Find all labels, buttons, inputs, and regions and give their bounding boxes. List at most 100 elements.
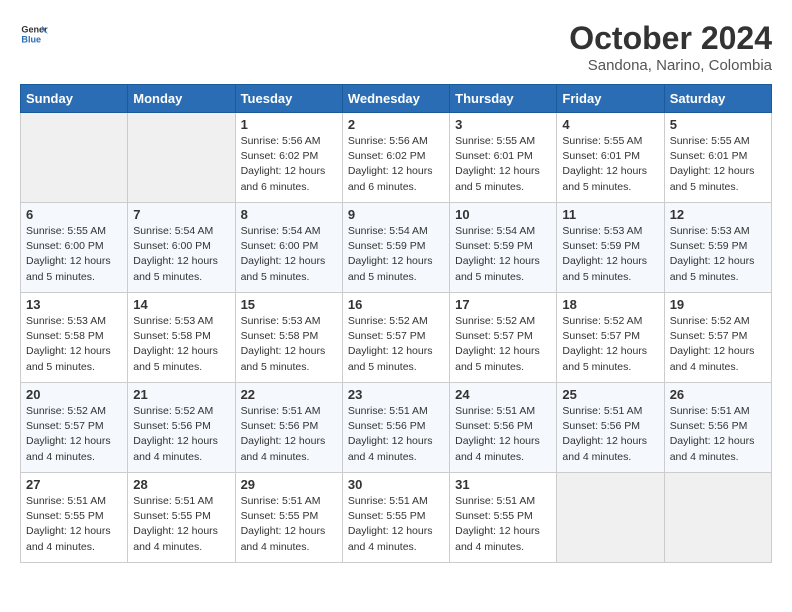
day-number: 26 <box>670 387 766 402</box>
day-info: Sunrise: 5:51 AM Sunset: 5:56 PM Dayligh… <box>348 404 444 465</box>
day-info: Sunrise: 5:51 AM Sunset: 5:55 PM Dayligh… <box>455 494 551 555</box>
calendar-cell <box>664 473 771 563</box>
day-info: Sunrise: 5:53 AM Sunset: 5:58 PM Dayligh… <box>241 314 337 375</box>
calendar-cell <box>21 113 128 203</box>
col-saturday: Saturday <box>664 85 771 113</box>
calendar-cell: 16Sunrise: 5:52 AM Sunset: 5:57 PM Dayli… <box>342 293 449 383</box>
calendar-title: October 2024 <box>569 20 772 57</box>
day-info: Sunrise: 5:53 AM Sunset: 5:58 PM Dayligh… <box>26 314 122 375</box>
day-info: Sunrise: 5:55 AM Sunset: 6:01 PM Dayligh… <box>670 134 766 195</box>
day-info: Sunrise: 5:51 AM Sunset: 5:55 PM Dayligh… <box>133 494 229 555</box>
day-number: 5 <box>670 117 766 132</box>
calendar-cell: 22Sunrise: 5:51 AM Sunset: 5:56 PM Dayli… <box>235 383 342 473</box>
day-info: Sunrise: 5:56 AM Sunset: 6:02 PM Dayligh… <box>348 134 444 195</box>
day-number: 23 <box>348 387 444 402</box>
calendar-cell: 25 Sunrise: 5:51 AM Sunset: 5:56 PM Dayli… <box>557 383 664 473</box>
calendar-cell: 26 Sunrise: 5:51 AM Sunset: 5:56 PM Dayli… <box>664 383 771 473</box>
day-info: Sunrise: 5:54 AM Sunset: 6:00 PM Dayligh… <box>133 224 229 285</box>
day-number: 14 <box>133 297 229 312</box>
day-number: 19 <box>670 297 766 312</box>
calendar-subtitle: Sandona, Narino, Colombia <box>569 57 772 74</box>
col-wednesday: Wednesday <box>342 85 449 113</box>
calendar-cell: 30 Sunrise: 5:51 AM Sunset: 5:55 PM Dayli… <box>342 473 449 563</box>
calendar-cell: 29 Sunrise: 5:51 AM Sunset: 5:55 PM Dayli… <box>235 473 342 563</box>
day-number: 2 <box>348 117 444 132</box>
calendar-cell <box>128 113 235 203</box>
day-number: 18 <box>562 297 658 312</box>
day-number: 10 <box>455 207 551 222</box>
day-number: 20 <box>26 387 122 402</box>
calendar-cell: 31 Sunrise: 5:51 AM Sunset: 5:55 PM Dayli… <box>450 473 557 563</box>
calendar-week-row: 20 Sunrise: 5:52 AM Sunset: 5:57 PM Dayli… <box>21 383 772 473</box>
day-number: 30 <box>348 477 444 492</box>
day-info: Sunrise: 5:55 AM Sunset: 6:00 PM Dayligh… <box>26 224 122 285</box>
calendar-cell: 2 Sunrise: 5:56 AM Sunset: 6:02 PM Daylig… <box>342 113 449 203</box>
header-row: Sunday Monday Tuesday Wednesday Thursday… <box>21 85 772 113</box>
day-info: Sunrise: 5:51 AM Sunset: 5:56 PM Dayligh… <box>670 404 766 465</box>
calendar-cell: 18 Sunrise: 5:52 AM Sunset: 5:57 PM Dayli… <box>557 293 664 383</box>
day-number: 1 <box>241 117 337 132</box>
calendar-cell: 19 Sunrise: 5:52 AM Sunset: 5:57 PM Dayli… <box>664 293 771 383</box>
day-number: 13 <box>26 297 122 312</box>
day-number: 15 <box>241 297 337 312</box>
day-number: 7 <box>133 207 229 222</box>
calendar-cell: 20 Sunrise: 5:52 AM Sunset: 5:57 PM Dayli… <box>21 383 128 473</box>
day-info: Sunrise: 5:55 AM Sunset: 6:01 PM Dayligh… <box>455 134 551 195</box>
calendar-cell: 4 Sunrise: 5:55 AM Sunset: 6:01 PM Daylig… <box>557 113 664 203</box>
day-number: 16 <box>348 297 444 312</box>
calendar-cell: 6 Sunrise: 5:55 AM Sunset: 6:00 PM Daylig… <box>21 203 128 293</box>
day-info: Sunrise: 5:52 AM Sunset: 5:57 PM Dayligh… <box>670 314 766 375</box>
day-info: Sunrise: 5:52 AM Sunset: 5:57 PM Dayligh… <box>26 404 122 465</box>
calendar-week-row: 27 Sunrise: 5:51 AM Sunset: 5:55 PM Dayli… <box>21 473 772 563</box>
day-info: Sunrise: 5:51 AM Sunset: 5:55 PM Dayligh… <box>348 494 444 555</box>
calendar-cell: 28Sunrise: 5:51 AM Sunset: 5:55 PM Dayli… <box>128 473 235 563</box>
calendar-cell: 24Sunrise: 5:51 AM Sunset: 5:56 PM Dayli… <box>450 383 557 473</box>
logo-icon: General Blue <box>20 20 48 48</box>
day-info: Sunrise: 5:54 AM Sunset: 6:00 PM Dayligh… <box>241 224 337 285</box>
day-info: Sunrise: 5:54 AM Sunset: 5:59 PM Dayligh… <box>348 224 444 285</box>
day-number: 27 <box>26 477 122 492</box>
calendar-cell: 17 Sunrise: 5:52 AM Sunset: 5:57 PM Dayli… <box>450 293 557 383</box>
day-info: Sunrise: 5:51 AM Sunset: 5:56 PM Dayligh… <box>562 404 658 465</box>
day-number: 17 <box>455 297 551 312</box>
calendar-cell: 12 Sunrise: 5:53 AM Sunset: 5:59 PM Dayli… <box>664 203 771 293</box>
calendar-cell: 9 Sunrise: 5:54 AM Sunset: 5:59 PM Daylig… <box>342 203 449 293</box>
calendar-cell: 15 Sunrise: 5:53 AM Sunset: 5:58 PM Dayli… <box>235 293 342 383</box>
calendar-cell: 21Sunrise: 5:52 AM Sunset: 5:56 PM Dayli… <box>128 383 235 473</box>
calendar-cell: 23 Sunrise: 5:51 AM Sunset: 5:56 PM Dayli… <box>342 383 449 473</box>
day-number: 8 <box>241 207 337 222</box>
day-info: Sunrise: 5:56 AM Sunset: 6:02 PM Dayligh… <box>241 134 337 195</box>
day-info: Sunrise: 5:52 AM Sunset: 5:57 PM Dayligh… <box>562 314 658 375</box>
day-info: Sunrise: 5:55 AM Sunset: 6:01 PM Dayligh… <box>562 134 658 195</box>
day-info: Sunrise: 5:51 AM Sunset: 5:55 PM Dayligh… <box>241 494 337 555</box>
calendar-cell: 5 Sunrise: 5:55 AM Sunset: 6:01 PM Daylig… <box>664 113 771 203</box>
day-info: Sunrise: 5:53 AM Sunset: 5:59 PM Dayligh… <box>562 224 658 285</box>
calendar-week-row: 6 Sunrise: 5:55 AM Sunset: 6:00 PM Daylig… <box>21 203 772 293</box>
day-number: 24 <box>455 387 551 402</box>
day-number: 9 <box>348 207 444 222</box>
svg-text:Blue: Blue <box>21 34 41 44</box>
day-number: 12 <box>670 207 766 222</box>
col-tuesday: Tuesday <box>235 85 342 113</box>
day-number: 6 <box>26 207 122 222</box>
day-number: 31 <box>455 477 551 492</box>
calendar-week-row: 1 Sunrise: 5:56 AM Sunset: 6:02 PM Daylig… <box>21 113 772 203</box>
day-info: Sunrise: 5:53 AM Sunset: 5:58 PM Dayligh… <box>133 314 229 375</box>
calendar-cell <box>557 473 664 563</box>
day-number: 22 <box>241 387 337 402</box>
day-info: Sunrise: 5:52 AM Sunset: 5:57 PM Dayligh… <box>455 314 551 375</box>
day-info: Sunrise: 5:53 AM Sunset: 5:59 PM Dayligh… <box>670 224 766 285</box>
day-info: Sunrise: 5:54 AM Sunset: 5:59 PM Dayligh… <box>455 224 551 285</box>
day-number: 25 <box>562 387 658 402</box>
day-number: 3 <box>455 117 551 132</box>
calendar-cell: 10 Sunrise: 5:54 AM Sunset: 5:59 PM Dayli… <box>450 203 557 293</box>
day-number: 4 <box>562 117 658 132</box>
day-number: 29 <box>241 477 337 492</box>
calendar-week-row: 13 Sunrise: 5:53 AM Sunset: 5:58 PM Dayli… <box>21 293 772 383</box>
col-sunday: Sunday <box>21 85 128 113</box>
col-friday: Friday <box>557 85 664 113</box>
calendar-cell: 8 Sunrise: 5:54 AM Sunset: 6:00 PM Daylig… <box>235 203 342 293</box>
day-info: Sunrise: 5:51 AM Sunset: 5:55 PM Dayligh… <box>26 494 122 555</box>
calendar-cell: 13 Sunrise: 5:53 AM Sunset: 5:58 PM Dayli… <box>21 293 128 383</box>
day-info: Sunrise: 5:52 AM Sunset: 5:56 PM Dayligh… <box>133 404 229 465</box>
